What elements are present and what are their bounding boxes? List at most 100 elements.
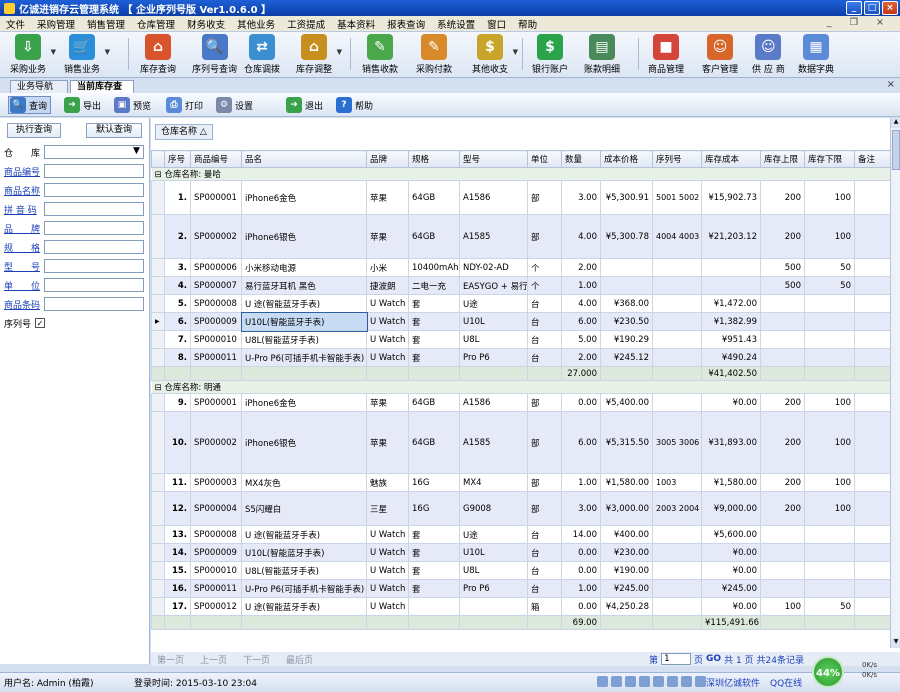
cell-brand[interactable]: U Watch bbox=[366, 561, 409, 580]
filter-input[interactable] bbox=[44, 259, 144, 273]
cell-sn[interactable] bbox=[652, 276, 702, 295]
cell-sn[interactable] bbox=[652, 525, 702, 544]
cell-cost[interactable]: ¥1,472.00 bbox=[701, 294, 761, 313]
cell-cost[interactable]: ¥1,382.99 bbox=[701, 312, 761, 331]
cell-model[interactable]: A1585 bbox=[459, 411, 528, 474]
cell-unit[interactable]: 部 bbox=[527, 411, 562, 474]
table-row[interactable]: 17. SP000012 U 途(智能蓝牙手表) U Watch 箱 0.00 ¥4,250… bbox=[151, 597, 891, 616]
subtoolbar-button[interactable]: ▣ 预览 bbox=[114, 96, 151, 114]
cell-price[interactable]: ¥5,300.91 bbox=[600, 180, 653, 215]
cell-name[interactable]: 小米移动电源 bbox=[241, 258, 367, 277]
cell-name[interactable]: S5闪耀白 bbox=[241, 491, 367, 526]
cell-note[interactable] bbox=[854, 294, 891, 313]
toolbar-button[interactable]: $ 其他收支 ▼ bbox=[472, 34, 518, 76]
cell-code[interactable]: SP000001 bbox=[190, 180, 242, 215]
tray-icon[interactable] bbox=[611, 676, 622, 687]
cell-qty[interactable]: 0.00 bbox=[561, 597, 601, 616]
cell-spec[interactable]: 套 bbox=[408, 579, 460, 598]
collapse-icon[interactable]: ⊟ bbox=[155, 170, 165, 180]
page-number-input[interactable]: 1 bbox=[661, 653, 692, 665]
cell-idx[interactable]: 9. bbox=[164, 393, 191, 412]
cell-brand[interactable]: 小米 bbox=[366, 258, 409, 277]
cell-name[interactable]: MX4灰色 bbox=[241, 473, 367, 492]
last-page-link[interactable]: 最后页 bbox=[286, 653, 313, 666]
cell-brand[interactable]: U Watch bbox=[366, 525, 409, 544]
column-header[interactable]: 数量 bbox=[561, 150, 601, 168]
tab-current-stock[interactable]: 当前库存查询 bbox=[70, 80, 134, 104]
collapse-icon[interactable]: ⊟ bbox=[155, 383, 165, 393]
maximize-button[interactable]: □ bbox=[864, 1, 880, 15]
cell-price[interactable]: ¥5,400.00 bbox=[600, 393, 653, 412]
toolbar-button[interactable]: ■ 商品管理 bbox=[648, 34, 684, 76]
execute-query-button[interactable]: 执行查询 bbox=[7, 123, 61, 138]
cell-code[interactable]: SP000011 bbox=[190, 348, 242, 367]
cell-unit[interactable]: 台 bbox=[527, 348, 562, 367]
cell-note[interactable] bbox=[854, 543, 891, 562]
cell-sn[interactable]: 3005 3006 3004 3003 3002 3001 bbox=[652, 411, 702, 474]
cell-price[interactable] bbox=[600, 258, 653, 277]
cell-idx[interactable]: 13. bbox=[164, 525, 191, 544]
cell-unit[interactable]: 部 bbox=[527, 393, 562, 412]
cell-qty[interactable]: 0.00 bbox=[561, 543, 601, 562]
table-row[interactable]: 15. SP000010 U8L(智能蓝牙手表) U Watch 套 U8L 台 0.00 ¥1… bbox=[151, 561, 891, 580]
tray-icon[interactable] bbox=[625, 676, 636, 687]
menu-item[interactable]: 其他业务 bbox=[237, 17, 275, 31]
filter-label[interactable]: 商品条码 bbox=[4, 298, 44, 311]
mdi-close-button[interactable]: × bbox=[876, 17, 884, 28]
dropdown-arrow-icon[interactable]: ▼ bbox=[51, 48, 56, 56]
cell-brand[interactable]: U Watch bbox=[366, 579, 409, 598]
cell-cost[interactable]: ¥951.43 bbox=[701, 330, 761, 349]
filter-label[interactable]: 商品名称 bbox=[4, 184, 44, 197]
tab-business-nav[interactable]: 业务导航图 bbox=[10, 80, 68, 104]
cell-note[interactable] bbox=[854, 411, 891, 474]
cell-qty[interactable]: 1.00 bbox=[561, 473, 601, 492]
cell-name[interactable]: U 途(智能蓝牙手表) bbox=[241, 294, 367, 313]
cell-code[interactable]: SP000010 bbox=[190, 561, 242, 580]
cell-sn[interactable] bbox=[652, 294, 702, 313]
cell-code[interactable]: SP000009 bbox=[190, 543, 242, 562]
cell-name[interactable]: iPhone6银色 bbox=[241, 411, 367, 474]
filter-input[interactable] bbox=[44, 164, 144, 178]
cell-code[interactable]: SP000006 bbox=[190, 258, 242, 277]
toolbar-button[interactable]: ▦ 数据字典 bbox=[798, 34, 834, 76]
menu-item[interactable]: 仓库管理 bbox=[137, 17, 175, 31]
cell-code[interactable]: SP000009 bbox=[190, 312, 242, 331]
cell-spec[interactable]: 套 bbox=[408, 312, 460, 331]
cell-brand[interactable]: 苹果 bbox=[366, 411, 409, 474]
cell-spec[interactable]: 套 bbox=[408, 543, 460, 562]
cell-model[interactable]: A1586 bbox=[459, 180, 528, 215]
cell-brand[interactable]: 苹果 bbox=[366, 393, 409, 412]
cell-spec[interactable]: 套 bbox=[408, 294, 460, 313]
cell-spec[interactable]: 套 bbox=[408, 330, 460, 349]
cell-qty[interactable]: 3.00 bbox=[561, 180, 601, 215]
cell-price[interactable] bbox=[600, 276, 653, 295]
cell-unit[interactable]: 部 bbox=[527, 491, 562, 526]
cell-unit[interactable]: 台 bbox=[527, 294, 562, 313]
cell-sn[interactable]: 1003 bbox=[652, 473, 702, 492]
cell-model[interactable]: U8L bbox=[459, 330, 528, 349]
cell-name[interactable]: U10L(智能蓝牙手表) bbox=[241, 543, 367, 562]
filter-input[interactable] bbox=[44, 278, 144, 292]
cell-name[interactable]: U 途(智能蓝牙手表) bbox=[241, 597, 367, 616]
cell-code[interactable]: SP000010 bbox=[190, 330, 242, 349]
cell-note[interactable] bbox=[854, 491, 891, 526]
menu-item[interactable]: 工资提成 bbox=[287, 17, 325, 31]
cell-unit[interactable]: 部 bbox=[527, 180, 562, 215]
cell-max[interactable] bbox=[760, 348, 805, 367]
cell-sn[interactable]: 2003 2004 2005 bbox=[652, 491, 702, 526]
first-page-link[interactable]: 第一页 bbox=[157, 653, 184, 666]
cell-price[interactable]: ¥5,300.78 bbox=[600, 214, 653, 259]
cell-unit[interactable]: 台 bbox=[527, 543, 562, 562]
cell-max[interactable]: 200 bbox=[760, 473, 805, 492]
cell-qty[interactable]: 1.00 bbox=[561, 276, 601, 295]
chevron-down-icon[interactable]: ▼ bbox=[133, 146, 140, 156]
table-row[interactable]: 5. SP000008 U 途(智能蓝牙手表) U Watch 套 U途台 4.00 ¥368… bbox=[151, 294, 891, 313]
cell-cost[interactable] bbox=[701, 258, 761, 277]
cell-name[interactable]: U-Pro P6(可插手机卡智能手表) bbox=[241, 579, 367, 598]
close-button[interactable]: × bbox=[882, 1, 898, 15]
cell-qty[interactable]: 4.00 bbox=[561, 214, 601, 259]
group-by-warehouse[interactable]: 仓库名称 △ bbox=[155, 124, 213, 140]
menu-item[interactable]: 窗口 bbox=[487, 17, 506, 31]
minimize-button[interactable]: _ bbox=[846, 1, 862, 15]
toolbar-button[interactable]: 🛒 销售业务 ▼ bbox=[64, 34, 110, 76]
